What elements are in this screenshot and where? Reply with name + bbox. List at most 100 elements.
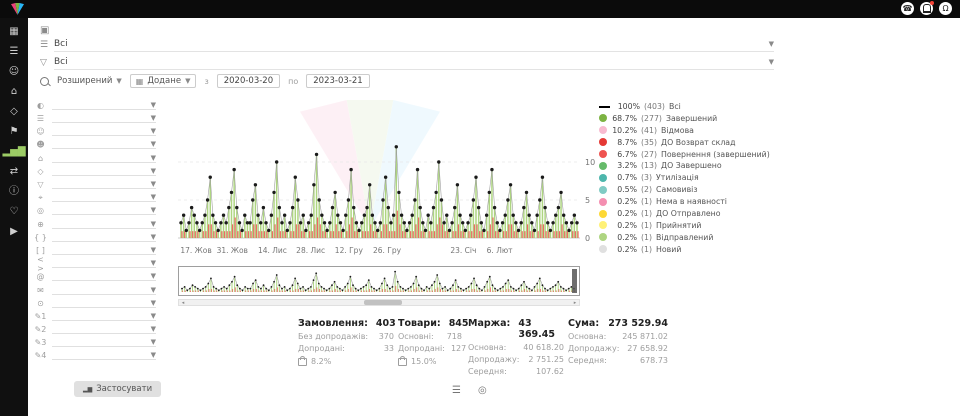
upsell-percent: 8.2% <box>311 357 331 366</box>
note3-filter-select[interactable]: ▼ <box>52 338 156 347</box>
date-from-input[interactable]: 2020-03-20 <box>217 74 280 88</box>
legend-item[interactable]: 0.2%(1)Прийнятий <box>599 221 770 230</box>
legend-label: Новий <box>656 245 681 254</box>
stat-sub-label: Без допродажів: <box>298 332 368 341</box>
scroll-left-icon[interactable]: ◂ <box>179 300 187 306</box>
filter-row: { }▼ <box>34 232 156 243</box>
presentation-icon[interactable]: ▣ <box>40 25 49 36</box>
analytics-icon[interactable]: ▂▅▇ <box>2 147 25 157</box>
favorites-icon[interactable]: ♡ <box>10 207 19 217</box>
legend-item[interactable]: 0.2%(1)Новий <box>599 245 770 254</box>
x-tick-label: 28. Лис <box>291 246 331 255</box>
app-logo-icon[interactable] <box>10 3 25 16</box>
marketing-icon[interactable]: ⚑ <box>10 127 19 137</box>
mail-filter-select[interactable]: ▼ <box>52 286 156 295</box>
globe-filter-select[interactable]: ▼ <box>52 206 156 215</box>
legend-item[interactable]: 68.7%(277)Завершений <box>599 114 770 123</box>
filter-row: ◇▼ <box>34 166 156 177</box>
list-filter-select[interactable]: ▼ <box>52 114 156 123</box>
home-filter-select[interactable]: ▼ <box>52 154 156 163</box>
legend-item[interactable]: 0.2%(1)ДО Отправлено <box>599 209 770 218</box>
chart-scrollbar[interactable]: ◂ ▸ <box>178 299 580 306</box>
user-filter-icon: ☺ <box>34 127 47 136</box>
legend-count: (27) <box>641 150 657 159</box>
legend-item[interactable]: 0.5%(2)Самовивіз <box>599 185 770 194</box>
search-icon[interactable] <box>40 77 49 86</box>
list-view-icon[interactable]: ☰ <box>452 385 461 396</box>
pie-filter-select[interactable]: ▼ <box>52 101 156 110</box>
date-to-input[interactable]: 2023-03-21 <box>306 74 369 88</box>
stat-sub-label: Основна: <box>568 332 606 341</box>
filter-select-1[interactable]: Всі ▼ <box>54 36 774 52</box>
note2-filter-icon: ✎2 <box>34 325 47 334</box>
products-icon[interactable]: ◇ <box>10 107 18 117</box>
product-filter-select[interactable]: ▼ <box>52 167 156 176</box>
scrollbar-track[interactable] <box>187 300 571 305</box>
funnel-filter-icon: ▽ <box>34 180 47 189</box>
braces-filter-select[interactable]: ▼ <box>52 233 156 242</box>
info-icon[interactable]: ⓘ <box>9 187 19 197</box>
stat-label: Сума: <box>568 318 599 329</box>
funnel-filter-select[interactable]: ▼ <box>52 180 156 189</box>
chevron-down-icon: ▼ <box>151 206 156 214</box>
legend-item[interactable]: 0.7%(3)Утилізація <box>599 173 770 182</box>
legend-percent: 68.7% <box>611 114 637 123</box>
legend-item[interactable]: 6.7%(27)Повернення (завершений) <box>599 150 770 159</box>
angle-filter-icon: < > <box>34 255 47 273</box>
chart-brush[interactable] <box>178 266 580 296</box>
advanced-search-dropdown[interactable]: Розширений ▼ <box>57 76 122 86</box>
user-filter-select[interactable]: ▼ <box>52 127 156 136</box>
at-filter-select[interactable]: ▼ <box>52 272 156 281</box>
plus-filter-select[interactable]: ▼ <box>52 220 156 229</box>
brackets-filter-select[interactable]: ▼ <box>52 246 156 255</box>
users-filter-select[interactable]: ▼ <box>52 140 156 149</box>
chevron-down-icon: ▼ <box>151 299 156 307</box>
legend-percent: 0.2% <box>611 197 637 206</box>
angle-filter-select[interactable]: ▼ <box>52 259 156 268</box>
legend-item[interactable]: 10.2%(41)Відмова <box>599 126 770 135</box>
legend-label: Утилізація <box>656 173 699 182</box>
customers-icon[interactable]: ☺ <box>9 67 19 77</box>
legend-swatch <box>599 138 607 146</box>
legend-percent: 3.2% <box>611 161 637 170</box>
legend-swatch <box>599 210 607 218</box>
note2-filter-select[interactable]: ▼ <box>52 325 156 334</box>
orders-icon[interactable]: ☰ <box>10 47 19 57</box>
funnel-filter-icon: ▽ <box>40 58 47 68</box>
note4-filter-select[interactable]: ▼ <box>52 351 156 360</box>
bell-icon[interactable] <box>920 2 933 15</box>
note1-filter-icon: ✎1 <box>34 312 47 321</box>
dot-filter-select[interactable]: ▼ <box>52 299 156 308</box>
integrations-icon[interactable]: ⇄ <box>10 167 18 177</box>
legend-item[interactable]: 100%(403)Всі <box>599 102 770 111</box>
video-icon[interactable]: ▶ <box>10 227 18 237</box>
filter-row: ⌂▼ <box>34 153 156 164</box>
orders-timeline-chart[interactable] <box>178 98 580 248</box>
scroll-right-icon[interactable]: ▸ <box>571 300 579 306</box>
scrollbar-thumb[interactable] <box>364 300 402 305</box>
apply-chart-icon: ▂▆ <box>83 386 92 393</box>
phone-icon[interactable]: ☎ <box>901 2 914 15</box>
date-field-dropdown[interactable]: ▦ Додане ▼ <box>130 74 197 88</box>
x-tick-label: 6. Лют <box>480 246 520 255</box>
target-filter-select[interactable]: ▼ <box>52 193 156 202</box>
legend-item[interactable]: 3.2%(13)ДО Завершено <box>599 161 770 170</box>
brush-handle[interactable] <box>572 269 577 293</box>
legend-item[interactable]: 8.7%(35)ДО Возврат склад <box>599 138 770 147</box>
dashboard-icon[interactable]: ▦ <box>9 27 18 37</box>
legend-item[interactable]: 0.2%(1)Нема в наявності <box>599 197 770 206</box>
legend-count: (1) <box>641 233 652 242</box>
headset-icon[interactable]: Ω <box>939 2 952 15</box>
chevron-down-icon: ▼ <box>151 325 156 333</box>
store-icon[interactable]: ⌂ <box>11 87 17 97</box>
bag-icon <box>398 358 407 366</box>
x-tick-label: 23. Січ <box>443 246 483 255</box>
legend-label: Всі <box>669 102 681 111</box>
chevron-down-icon: ▼ <box>151 312 156 320</box>
legend-item[interactable]: 0.2%(1)Відправлений <box>599 233 770 242</box>
apply-button[interactable]: ▂▆ Застосувати <box>74 381 161 397</box>
filter-select-2[interactable]: Всі ▼ <box>54 54 774 70</box>
legend-count: (1) <box>641 197 652 206</box>
note1-filter-select[interactable]: ▼ <box>52 312 156 321</box>
globe-view-icon[interactable]: ◎ <box>478 385 487 396</box>
